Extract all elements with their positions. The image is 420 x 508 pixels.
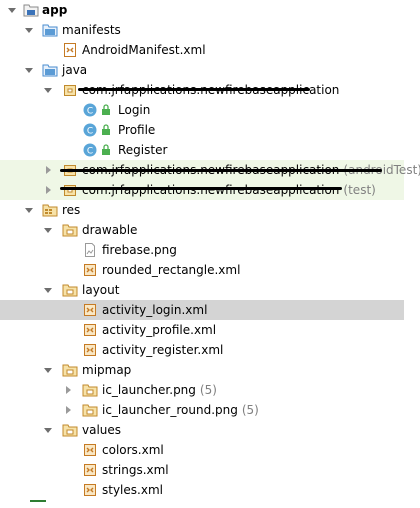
folder-icon bbox=[82, 382, 98, 398]
class-icon: C bbox=[82, 102, 98, 118]
redaction-mark bbox=[60, 187, 342, 190]
partial-row-indicator bbox=[30, 500, 46, 502]
chevron-down-icon[interactable] bbox=[42, 364, 54, 376]
file-label: AndroidManifest.xml bbox=[82, 43, 206, 57]
file-label: activity_login.xml bbox=[102, 303, 208, 317]
tree-file-colors[interactable]: colors.xml bbox=[0, 440, 404, 460]
folder-icon bbox=[62, 282, 78, 298]
tree-class-register[interactable]: C Register bbox=[0, 140, 404, 160]
node-label: manifests bbox=[62, 23, 121, 37]
tree-node-test-package[interactable]: com.jrfapplications.newfirebaseapplicati… bbox=[0, 180, 404, 200]
chevron-down-icon[interactable] bbox=[42, 424, 54, 436]
image-file-icon bbox=[82, 242, 98, 258]
source-folder-icon bbox=[42, 62, 58, 78]
chevron-down-icon[interactable] bbox=[23, 24, 35, 36]
chevron-down-icon[interactable] bbox=[42, 84, 54, 96]
node-label: app bbox=[42, 3, 68, 17]
class-icon: C bbox=[82, 122, 98, 138]
xml-file-icon bbox=[82, 482, 98, 498]
node-label: layout bbox=[82, 283, 120, 297]
svg-text:C: C bbox=[87, 107, 93, 117]
xml-file-icon bbox=[82, 462, 98, 478]
chevron-down-icon[interactable] bbox=[23, 64, 35, 76]
node-label: java bbox=[62, 63, 88, 77]
svg-text:C: C bbox=[87, 147, 93, 157]
class-icon: C bbox=[82, 142, 98, 158]
lock-icon bbox=[101, 144, 111, 156]
file-label: strings.xml bbox=[102, 463, 169, 477]
node-label: ic_launcher_round.png (5) bbox=[102, 403, 259, 417]
package-icon bbox=[62, 182, 78, 198]
tree-file-strings[interactable]: strings.xml bbox=[0, 460, 404, 480]
resources-folder-icon bbox=[42, 202, 58, 218]
redaction-mark bbox=[60, 169, 382, 172]
file-label: firebase.png bbox=[102, 243, 177, 257]
tree-node-app[interactable]: app bbox=[0, 0, 404, 20]
folder-icon bbox=[62, 222, 78, 238]
node-label: values bbox=[82, 423, 122, 437]
file-label: colors.xml bbox=[102, 443, 164, 457]
lock-icon bbox=[101, 104, 111, 116]
tree-node-manifests[interactable]: manifests bbox=[0, 20, 404, 40]
tree-file-styles[interactable]: styles.xml bbox=[0, 480, 404, 500]
tree-node-mipmap[interactable]: mipmap bbox=[0, 360, 404, 380]
tree-node-layout[interactable]: layout bbox=[0, 280, 404, 300]
project-tree: app manifests AndroidManifest.xml java c… bbox=[0, 0, 420, 508]
node-label: mipmap bbox=[82, 363, 132, 377]
tree-node-java[interactable]: java bbox=[0, 60, 404, 80]
tree-file-rounded-rectangle[interactable]: rounded_rectangle.xml bbox=[0, 260, 404, 280]
tree-file-firebase-png[interactable]: firebase.png bbox=[0, 240, 404, 260]
class-label: Login bbox=[118, 103, 151, 117]
tree-class-login[interactable]: C Login bbox=[0, 100, 404, 120]
lock-icon bbox=[101, 124, 111, 136]
class-label: Profile bbox=[118, 123, 156, 137]
chevron-down-icon[interactable] bbox=[6, 4, 18, 16]
tree-node-values[interactable]: values bbox=[0, 420, 404, 440]
package-label: com.jrfapplications.newfirebaseapplicati… bbox=[82, 183, 376, 197]
module-folder-icon bbox=[23, 2, 39, 18]
xml-file-icon bbox=[82, 322, 98, 338]
svg-text:C: C bbox=[87, 127, 93, 137]
tree-node-ic-launcher[interactable]: ic_launcher.png (5) bbox=[0, 380, 404, 400]
folder-icon bbox=[82, 402, 98, 418]
file-label: activity_profile.xml bbox=[102, 323, 217, 337]
redaction-mark bbox=[78, 88, 310, 91]
tree-node-drawable[interactable]: drawable bbox=[0, 220, 404, 240]
xml-file-icon bbox=[82, 342, 98, 358]
file-label: rounded_rectangle.xml bbox=[102, 263, 241, 277]
chevron-down-icon[interactable] bbox=[42, 284, 54, 296]
tree-file-activity-login[interactable]: activity_login.xml bbox=[0, 300, 404, 320]
tree-node-ic-launcher-round[interactable]: ic_launcher_round.png (5) bbox=[0, 400, 404, 420]
chevron-down-icon[interactable] bbox=[42, 224, 54, 236]
tree-node-res[interactable]: res bbox=[0, 200, 404, 220]
node-label: res bbox=[62, 203, 81, 217]
tree-file-activity-profile[interactable]: activity_profile.xml bbox=[0, 320, 404, 340]
manifest-file-icon bbox=[62, 42, 78, 58]
package-icon bbox=[62, 82, 78, 98]
chevron-right-icon[interactable] bbox=[42, 184, 54, 196]
chevron-right-icon[interactable] bbox=[42, 164, 54, 176]
node-label: drawable bbox=[82, 223, 138, 237]
chevron-down-icon[interactable] bbox=[23, 204, 35, 216]
xml-file-icon bbox=[82, 262, 98, 278]
class-label: Register bbox=[118, 143, 168, 157]
tree-class-profile[interactable]: C Profile bbox=[0, 120, 404, 140]
file-label: activity_register.xml bbox=[102, 343, 224, 357]
file-label: styles.xml bbox=[102, 483, 163, 497]
chevron-right-icon[interactable] bbox=[62, 384, 74, 396]
tree-file-activity-register[interactable]: activity_register.xml bbox=[0, 340, 404, 360]
tree-node-androidtest-package[interactable]: com.jrfapplications.newfirebaseapplicati… bbox=[0, 160, 420, 180]
xml-file-icon bbox=[82, 302, 98, 318]
xml-file-icon bbox=[82, 442, 98, 458]
tree-node-main-package[interactable]: com.jrfapplications.newfirebaseapplicati… bbox=[0, 80, 404, 100]
node-label: ic_launcher.png (5) bbox=[102, 383, 217, 397]
folder-icon bbox=[62, 422, 78, 438]
folder-icon bbox=[62, 362, 78, 378]
tree-file-android-manifest[interactable]: AndroidManifest.xml bbox=[0, 40, 404, 60]
chevron-right-icon[interactable] bbox=[62, 404, 74, 416]
source-folder-icon bbox=[42, 22, 58, 38]
